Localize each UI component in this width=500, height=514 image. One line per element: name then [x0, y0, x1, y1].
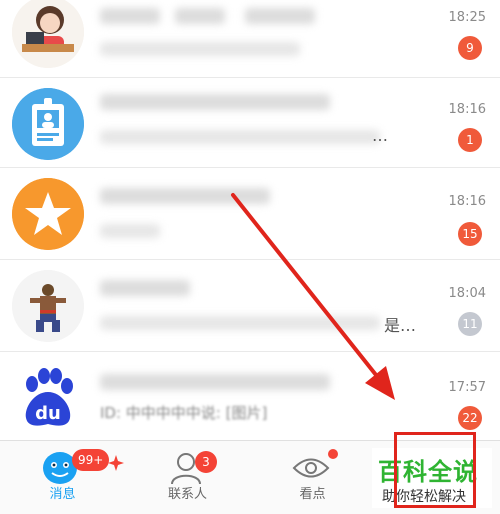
annotation-arrow-icon	[231, 193, 395, 400]
